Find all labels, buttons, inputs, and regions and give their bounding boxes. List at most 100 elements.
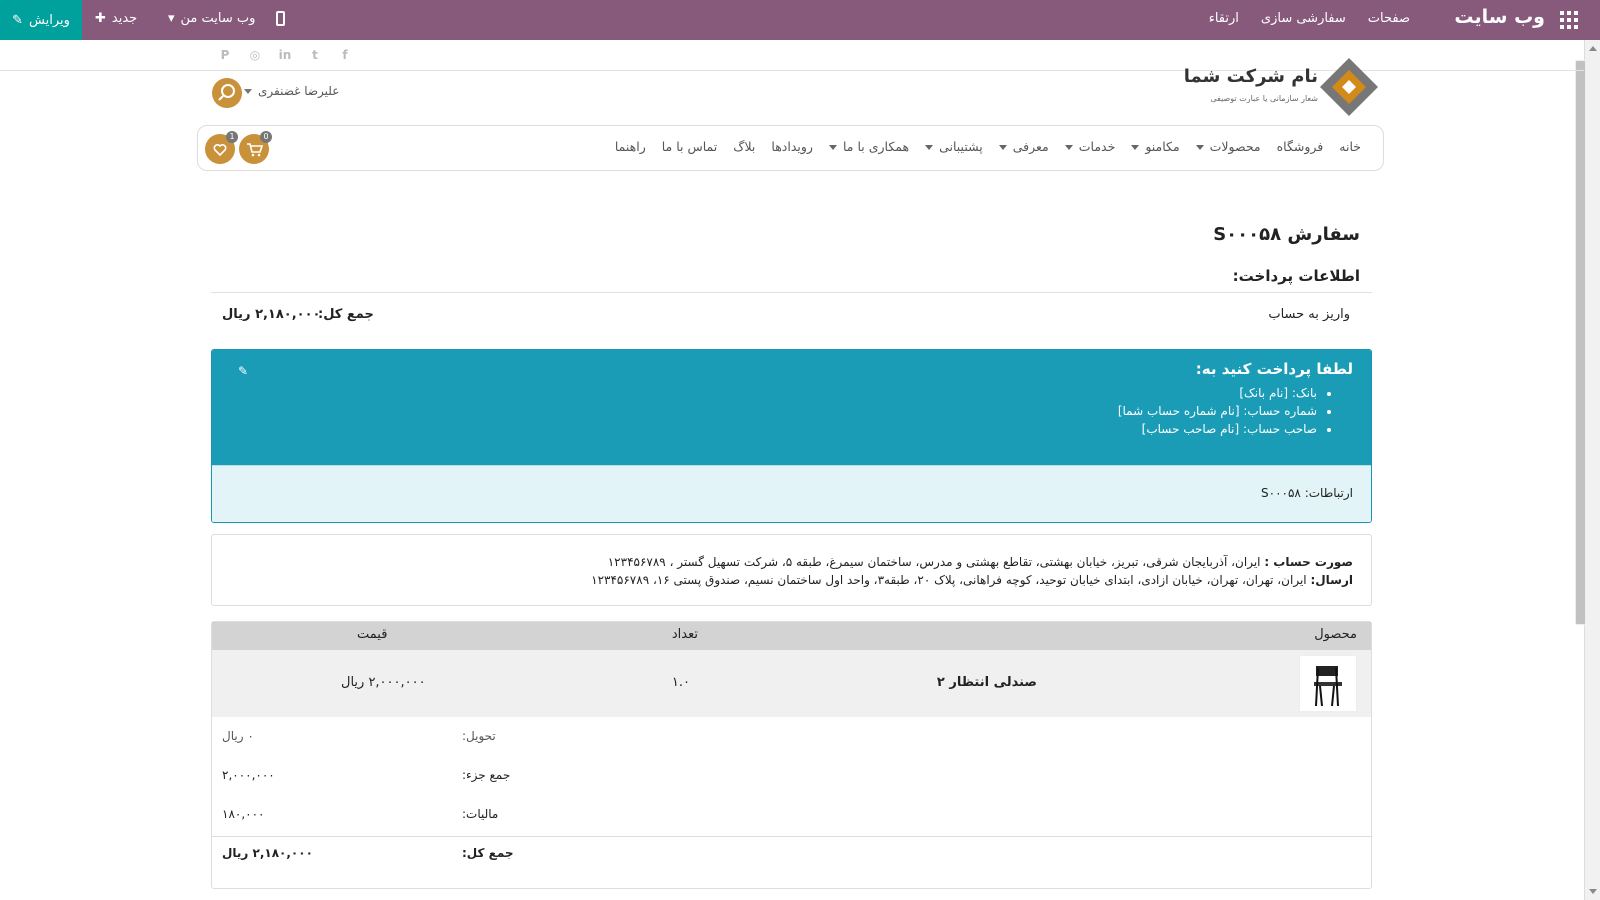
product-image[interactable] xyxy=(1299,655,1357,712)
nav-item-blog[interactable]: بلاگ xyxy=(733,139,755,154)
column-quantity: تعداد xyxy=(671,627,698,642)
breadcrumb-home[interactable]: صفحه اصلی xyxy=(1265,182,1332,197)
section-divider xyxy=(211,292,1372,293)
chevron-down-icon: ▾ xyxy=(168,11,175,26)
payment-info-title: اطلاعات پرداخت: xyxy=(1232,267,1360,285)
order-lines-table: محصول تعداد قیمت صندلی انتظار ۲ ۱.۰ ۲,۰۰… xyxy=(211,621,1372,889)
breadcrumb-current: تائیدیه xyxy=(1211,182,1244,197)
column-price: قیمت xyxy=(357,627,388,642)
wishlist-count-badge: 1 xyxy=(226,131,238,143)
app-title: وب سایت xyxy=(1454,6,1545,28)
nav-item-home[interactable]: خانه xyxy=(1339,139,1361,154)
new-button[interactable]: جدید ✚ xyxy=(95,11,137,26)
total-label: جمع کل: xyxy=(318,307,374,322)
scroll-thumb[interactable] xyxy=(1575,60,1586,625)
vertical-scrollbar[interactable] xyxy=(1575,40,1600,900)
breadcrumb: صفحه اصلی ‹ تائیدیه xyxy=(1211,182,1332,197)
twitter-icon[interactable]: t xyxy=(307,47,323,63)
billing-address: صورت حساب : ایران، آذربایجان شرقی، تبریز… xyxy=(608,555,1353,569)
search-button[interactable] xyxy=(212,78,242,108)
billing-value: ایران، آذربایجان شرقی، تبریز، خیابان بهش… xyxy=(607,555,1261,569)
billing-label: صورت حساب : xyxy=(1264,555,1353,569)
chevron-left-icon: ‹ xyxy=(1251,182,1258,197)
linkedin-icon[interactable]: in xyxy=(277,47,293,63)
user-menu[interactable]: علیرضا غضنفری xyxy=(244,84,339,98)
payment-instructions-header: لطفا پرداخت کنید به: بانک: [نام بانک] شم… xyxy=(212,350,1371,465)
mobile-preview-icon[interactable] xyxy=(276,11,285,26)
grand-total-label: جمع کل: xyxy=(462,846,514,860)
bank-details-list: بانک: [نام بانک] شماره حساب: [نام شماره … xyxy=(1118,384,1317,438)
table-row: صندلی انتظار ۲ ۱.۰ ۲,۰۰۰,۰۰۰ ریال xyxy=(212,650,1371,717)
tax-value: ۱۸۰,۰۰۰ xyxy=(222,807,265,821)
social-links: P ◎ in t f xyxy=(217,47,353,63)
nav-item-help[interactable]: راهنما xyxy=(615,139,646,154)
nav-item-mekameno[interactable]: مکامنو xyxy=(1131,139,1179,154)
payment-instructions-heading: لطفا پرداخت کنید به: xyxy=(1195,360,1353,378)
main-navbar: خانه فروشگاه محصولات مکامنو خدمات معرفی … xyxy=(197,125,1384,171)
wishlist-button[interactable]: 1 xyxy=(205,131,238,164)
nav-item-support[interactable]: پشتیبانی xyxy=(925,139,983,154)
nav-item-careers[interactable]: همکاری با ما xyxy=(829,139,909,154)
admin-topbar: وب سایت صفحات سفارشی سازی ارتقاء وب سایت… xyxy=(0,0,1600,40)
user-name: علیرضا غضنفری xyxy=(258,84,340,98)
nav-item-events[interactable]: رویدادها xyxy=(771,139,813,154)
pencil-icon: ✎ xyxy=(12,12,24,28)
grand-total-value: ۲,۱۸۰,۰۰۰ ریال xyxy=(222,846,313,860)
scroll-down-arrow[interactable] xyxy=(1589,889,1597,894)
my-website-label: وب سایت من xyxy=(180,11,256,26)
delivery-value: ۰ ریال xyxy=(222,729,254,743)
my-website-menu[interactable]: وب سایت من ▾ xyxy=(168,11,255,26)
column-product: محصول xyxy=(1314,627,1357,642)
facebook-icon[interactable]: f xyxy=(337,47,353,63)
tax-label: مالیات: xyxy=(462,807,499,821)
instagram-icon[interactable]: ◎ xyxy=(247,47,263,63)
nav-item-products[interactable]: محصولات xyxy=(1196,139,1261,154)
edit-label: ویرایش xyxy=(29,12,70,28)
search-icon xyxy=(218,84,235,101)
nav-item-services[interactable]: خدمات xyxy=(1065,139,1116,154)
menu-pages[interactable]: صفحات xyxy=(1368,11,1410,26)
bank-name-item: بانک: [نام بانک] xyxy=(1118,384,1317,402)
logo-slogan: شعار سازمانی یا عبارت توصیفی xyxy=(1210,94,1318,103)
nav-item-contact[interactable]: تماس با ما xyxy=(662,139,718,154)
reference-label: ارتباطات: xyxy=(1304,486,1353,500)
product-quantity: ۱.۰ xyxy=(671,675,690,690)
nav-items: خانه فروشگاه محصولات مکامنو خدمات معرفی … xyxy=(615,139,1361,154)
pinterest-icon[interactable]: P xyxy=(217,47,233,63)
plus-icon: ✚ xyxy=(95,11,106,26)
chevron-down-icon xyxy=(244,88,252,94)
product-price: ۲,۰۰۰,۰۰۰ ریال xyxy=(341,675,426,690)
product-name[interactable]: صندلی انتظار ۲ xyxy=(937,675,1037,690)
account-number-item: شماره حساب: [نام شماره حساب شما] xyxy=(1118,402,1317,420)
summary-divider xyxy=(212,836,1371,837)
cart-count-badge: 0 xyxy=(260,131,272,143)
cart-button[interactable]: 0 xyxy=(239,131,272,164)
nav-item-about[interactable]: معرفی xyxy=(999,139,1049,154)
payment-instructions: لطفا پرداخت کنید به: بانک: [نام بانک] شم… xyxy=(211,349,1372,523)
company-logo[interactable]: نام شرکت شما شعار سازمانی یا عبارت توصیف… xyxy=(1184,58,1378,118)
payment-method: واریز به حساب xyxy=(1268,307,1350,322)
edit-button[interactable]: ویرایش ✎ xyxy=(0,0,82,40)
topbar-menu: صفحات سفارشی سازی ارتقاء xyxy=(1209,11,1410,26)
shipping-label: ارسال: xyxy=(1310,573,1353,587)
address-box: صورت حساب : ایران، آذربایجان شرقی، تبریز… xyxy=(211,534,1372,606)
menu-customize[interactable]: سفارشی سازی xyxy=(1261,11,1346,26)
pencil-icon[interactable]: ✎ xyxy=(236,364,248,378)
logo-name: نام شرکت شما xyxy=(1183,66,1318,87)
logo-diamond-icon xyxy=(1320,58,1378,116)
shipping-address: ارسال: ایران، تهران، تهران، خیابان ازادی… xyxy=(591,573,1353,587)
reference-value: S۰۰۰۵۸ xyxy=(1261,486,1301,500)
payment-reference: ارتباطات: S۰۰۰۵۸ xyxy=(212,465,1371,522)
delivery-label: تحویل: xyxy=(462,729,496,743)
scroll-up-arrow[interactable] xyxy=(1589,46,1597,51)
menu-upgrade[interactable]: ارتقاء xyxy=(1209,11,1239,26)
apps-grid-icon[interactable] xyxy=(1560,11,1578,29)
table-header: محصول تعداد قیمت xyxy=(212,622,1371,650)
shipping-value: ایران، تهران، تهران، خیابان ازادی، ابتدا… xyxy=(591,573,1307,587)
subtotal-value: ۲,۰۰۰,۰۰۰ xyxy=(222,768,275,782)
chair-icon xyxy=(1314,666,1342,707)
payment-reference-text: ارتباطات: S۰۰۰۵۸ xyxy=(1261,486,1353,500)
account-holder-item: صاحب حساب: [نام صاحب حساب] xyxy=(1118,420,1317,438)
nav-item-shop[interactable]: فروشگاه xyxy=(1277,139,1324,154)
order-title: سفارش S۰۰۰۵۸ xyxy=(1213,224,1360,245)
